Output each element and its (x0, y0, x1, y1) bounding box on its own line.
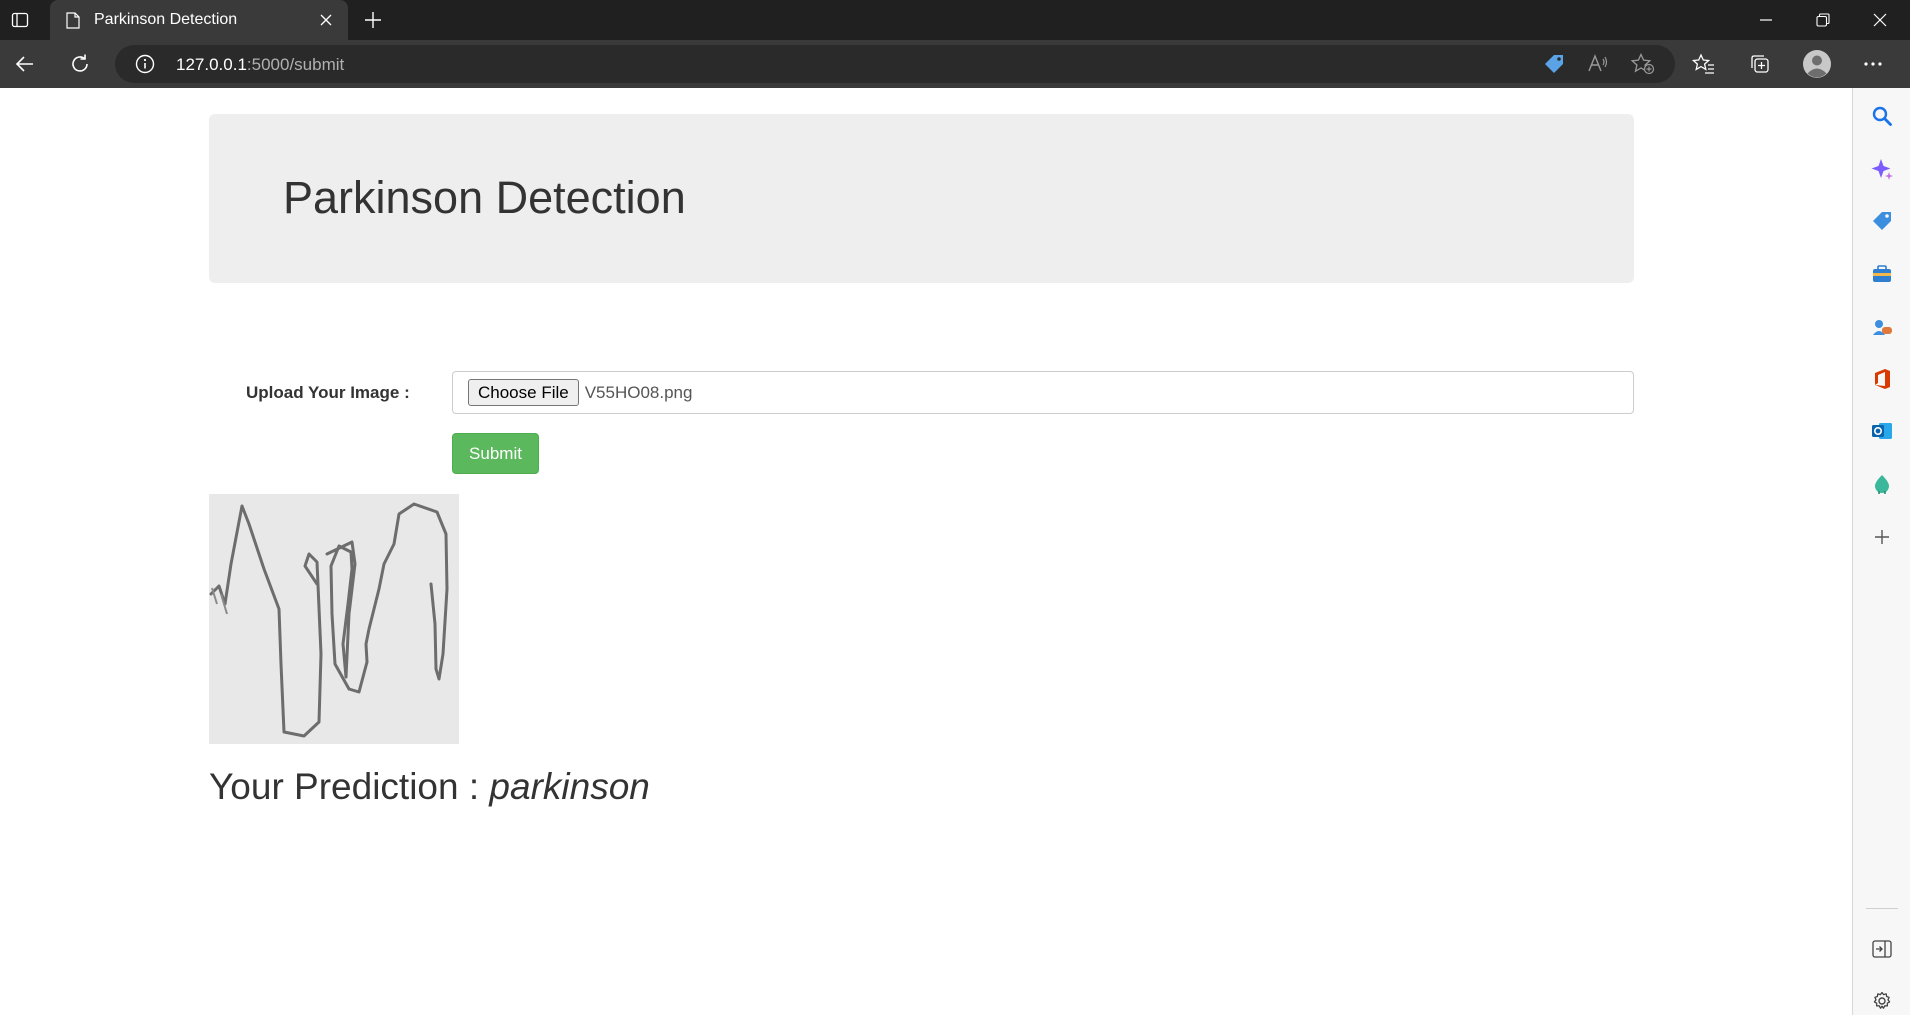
outlook-icon (1872, 423, 1892, 439)
sidebar-add-button[interactable] (1863, 518, 1901, 556)
restore-button[interactable] (1795, 0, 1851, 40)
back-icon (15, 56, 33, 72)
tab-close-button[interactable] (308, 2, 344, 38)
tab-actions-button[interactable] (0, 0, 40, 40)
page-icon (66, 11, 80, 29)
collections-button[interactable] (1742, 46, 1778, 82)
refresh-icon (72, 54, 88, 72)
upload-label: Upload Your Image : (246, 383, 410, 402)
sidebar-search-button[interactable] (1863, 97, 1901, 135)
profile-icon (1803, 50, 1831, 78)
favorites-button[interactable] (1686, 46, 1722, 82)
url-host: 127.0.0.1 (176, 55, 247, 74)
add-favorite-button[interactable] (1630, 52, 1655, 80)
minimize-button[interactable] (1738, 0, 1794, 40)
favorites-icon (1692, 53, 1714, 74)
close-icon (320, 14, 332, 26)
sidebar-drop-button[interactable] (1863, 465, 1901, 503)
site-info-icon (135, 54, 155, 74)
more-options-button[interactable] (1855, 46, 1891, 82)
minimize-icon (1760, 19, 1772, 21)
uploaded-spiral-drawing (209, 494, 459, 744)
tools-icon (1873, 265, 1891, 282)
office-icon (1875, 369, 1890, 389)
sidebar-office-button[interactable] (1863, 360, 1901, 398)
header-banner: Parkinson Detection (209, 114, 1634, 283)
address-bar[interactable]: 127.0.0.1:5000/submit (115, 45, 1675, 83)
refresh-button[interactable] (62, 46, 98, 82)
prediction-label: Your Prediction : (209, 766, 490, 807)
drop-icon (1875, 475, 1889, 494)
page-title: Parkinson Detection (283, 172, 686, 223)
sidebar-hide-button[interactable] (1863, 930, 1901, 968)
url-text: 127.0.0.1:5000/submit (176, 55, 344, 75)
close-icon (1873, 13, 1887, 27)
tab-title: Parkinson Detection (94, 11, 238, 28)
active-tab[interactable]: Parkinson Detection (50, 0, 348, 40)
hide-sidebar-icon (1872, 940, 1892, 958)
choose-file-button[interactable]: Choose File (468, 379, 579, 406)
read-aloud-button[interactable] (1587, 53, 1609, 80)
url-path: :5000/submit (246, 55, 345, 74)
plus-icon (365, 12, 381, 28)
restore-icon (1816, 13, 1830, 27)
drawing-image (209, 494, 459, 744)
shopping-tag-icon (1873, 212, 1891, 230)
profile-button[interactable] (1799, 46, 1835, 82)
add-favorite-icon (1630, 52, 1655, 75)
read-aloud-icon (1588, 54, 1608, 72)
sidebar-settings-button[interactable] (1863, 982, 1901, 1020)
sidebar-games-button[interactable] (1863, 308, 1901, 346)
sidebar-divider (1866, 908, 1898, 909)
sidebar-shopping-button[interactable] (1863, 202, 1901, 240)
title-bar: Parkinson Detection (0, 0, 1910, 40)
site-info-button[interactable] (135, 54, 155, 79)
more-icon (1864, 62, 1882, 66)
sidebar-outlook-button[interactable] (1863, 412, 1901, 450)
collections-icon (1751, 55, 1769, 73)
add-icon (1875, 530, 1889, 544)
prediction-result: Your Prediction : parkinson (209, 766, 650, 808)
copilot-icon (1871, 159, 1893, 180)
submit-button[interactable]: Submit (452, 433, 539, 474)
shopping-button[interactable] (1543, 53, 1565, 80)
page-content: Parkinson Detection Upload Your Image : … (0, 88, 1852, 1015)
games-icon (1873, 320, 1892, 335)
settings-icon (1873, 991, 1891, 1009)
tab-actions-icon (11, 12, 29, 28)
prediction-value: parkinson (489, 766, 650, 807)
shopping-tag-icon (1545, 55, 1563, 73)
close-window-button[interactable] (1852, 0, 1908, 40)
search-icon (1872, 106, 1892, 126)
new-tab-button[interactable] (355, 2, 391, 38)
sidebar-tools-button[interactable] (1863, 255, 1901, 293)
file-input[interactable]: Choose File V55HO08.png (452, 371, 1634, 414)
browser-sidebar (1852, 88, 1910, 1015)
browser-toolbar: 127.0.0.1:5000/submit (0, 40, 1910, 88)
selected-file-name: V55HO08.png (584, 382, 693, 402)
sidebar-copilot-button[interactable] (1863, 150, 1901, 188)
back-button[interactable] (7, 46, 43, 82)
